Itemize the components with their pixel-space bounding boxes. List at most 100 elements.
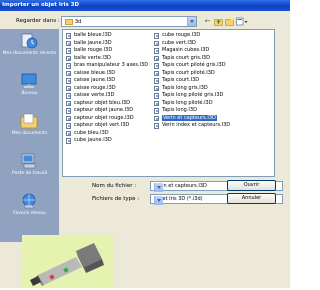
- file-item[interactable]: balle rouge.I3D: [66, 47, 148, 55]
- file-item[interactable]: Tapis court piloté gris.I3D: [154, 62, 230, 70]
- place-network[interactable]: Favoris réseau: [0, 189, 59, 229]
- cylinder-sensor-preview-image: [30, 243, 104, 286]
- file-item-selected[interactable]: Verin et capteurs.I3D: [154, 114, 230, 123]
- file-item[interactable]: Tapis court gris.I3D: [154, 55, 230, 63]
- file-item[interactable]: cube vert.I3D: [154, 40, 230, 48]
- file-item[interactable]: caisse verte.I3D: [66, 92, 148, 100]
- file-name: caisse rouge.I3D: [74, 84, 116, 91]
- i3d-file-icon: [154, 115, 159, 121]
- place-label: Favoris réseau: [13, 211, 46, 216]
- i3d-file-icon: [66, 138, 71, 144]
- i3d-file-icon: [66, 55, 71, 61]
- recent-documents-icon: [20, 33, 38, 49]
- i3d-file-icon: [66, 33, 71, 39]
- place-desktop[interactable]: Bureau: [0, 69, 59, 109]
- folder-up-icon[interactable]: [214, 17, 223, 26]
- file-item[interactable]: Verin index et capteurs.I3D: [154, 122, 230, 130]
- place-label: Mes documents: [11, 131, 48, 136]
- new-folder-icon[interactable]: [225, 17, 234, 26]
- window-title: Importer un objet Iris 3D: [2, 2, 80, 8]
- open-button[interactable]: Ouvrir: [227, 180, 276, 191]
- my-documents-icon: [20, 113, 38, 129]
- file-name: Tapis long.I3D: [162, 107, 197, 113]
- file-name: caisse jaune.I3D: [74, 77, 116, 83]
- file-name: balle bleue.I3D: [74, 32, 112, 38]
- file-item[interactable]: Tapis long piloté.I3D: [154, 100, 230, 108]
- file-name: capteur objet vert.I3D: [74, 122, 130, 128]
- file-name: Verin index et capteurs.I3D: [162, 122, 231, 128]
- file-item[interactable]: balle bleue.I3D: [66, 32, 148, 40]
- i3d-file-icon: [66, 70, 71, 76]
- file-item[interactable]: Tapis long.I3D: [154, 107, 230, 115]
- back-arrow-icon[interactable]: ←: [203, 17, 212, 26]
- look-in-value: 3d: [75, 19, 82, 25]
- look-in-combo[interactable]: 3d: [61, 16, 197, 27]
- place-recent-documents[interactable]: Mes documents récents: [0, 29, 59, 69]
- i3d-file-icon: [66, 85, 71, 91]
- file-name: cube bleu.I3D: [74, 129, 109, 136]
- file-name: cube jaune.I3D: [74, 137, 112, 143]
- file-name: Tapis court piloté.I3D: [162, 69, 215, 76]
- file-item[interactable]: Tapis long piloté gris.I3D: [154, 92, 230, 100]
- i3d-file-icon: [66, 123, 71, 129]
- file-item[interactable]: balle jaune.I3D: [66, 40, 148, 48]
- file-item[interactable]: capteur objet jaune.I3D: [66, 107, 148, 115]
- file-name: caisse verte.I3D: [74, 92, 115, 98]
- file-name: cube rouge.I3D: [162, 32, 201, 38]
- i3d-file-icon: [154, 78, 159, 84]
- file-name: Tapis court gris.I3D: [162, 54, 210, 61]
- chevron-down-icon[interactable]: [154, 183, 163, 192]
- i3d-file-icon: [66, 108, 71, 114]
- file-list[interactable]: balle bleue.I3D balle jaune.I3D balle roug…: [62, 29, 275, 177]
- file-item[interactable]: capteur objet vert.I3D: [66, 122, 148, 130]
- file-name: Magasin cubes.I3D: [162, 47, 210, 53]
- file-item[interactable]: cube jaune.I3D: [66, 137, 148, 145]
- file-name: Tapis court piloté gris.I3D: [162, 62, 226, 68]
- file-name: balle verte.I3D: [74, 54, 111, 61]
- file-name: cube vert.I3D: [162, 39, 196, 46]
- place-my-computer[interactable]: Poste de travail: [0, 149, 59, 189]
- i3d-file-icon: [66, 63, 71, 69]
- file-column-2: cube rouge.I3D cube vert.I3D Magasin cubes…: [154, 32, 230, 130]
- i3d-file-icon: [66, 78, 71, 84]
- open-file-dialog: Importer un objet Iris 3D Regarder dans …: [0, 0, 290, 288]
- i3d-file-icon: [66, 130, 71, 136]
- cancel-button[interactable]: Annuler: [227, 193, 276, 204]
- place-label: Mes documents récents: [2, 51, 57, 56]
- look-in-label: Regarder dans :: [16, 18, 60, 24]
- file-item[interactable]: cube rouge.I3D: [154, 32, 230, 40]
- file-name: capteur objet jaune.I3D: [74, 107, 134, 113]
- file-item[interactable]: Tapis court.I3D: [154, 77, 230, 85]
- views-menu-icon[interactable]: [236, 17, 248, 26]
- file-name: Tapis long gris.I3D: [162, 84, 208, 91]
- file-item[interactable]: bras manipulateur 3 axes.I3D: [66, 62, 148, 70]
- file-item[interactable]: capteur objet rouge.I3D: [66, 115, 148, 123]
- my-computer-icon: [20, 153, 38, 169]
- i3d-file-icon: [154, 70, 159, 76]
- desktop-icon: [20, 73, 38, 89]
- file-item[interactable]: Tapis long gris.I3D: [154, 85, 230, 93]
- file-item[interactable]: cube bleu.I3D: [66, 130, 148, 138]
- chevron-down-icon[interactable]: [154, 196, 163, 205]
- place-my-documents[interactable]: Mes documents: [0, 109, 59, 149]
- i3d-file-icon: [154, 40, 159, 46]
- file-item[interactable]: Tapis court piloté.I3D: [154, 70, 230, 78]
- file-item[interactable]: balle verte.I3D: [66, 55, 148, 63]
- file-name: bras manipulateur 3 axes.I3D: [74, 62, 149, 68]
- i3d-file-icon: [154, 85, 159, 91]
- file-item[interactable]: capteur objet bleu.I3D: [66, 100, 148, 108]
- file-name: Tapis long piloté gris.I3D: [162, 92, 224, 98]
- filetype-label: Fichiers de type :: [92, 196, 140, 202]
- title-bar: Importer un objet Iris 3D: [0, 0, 290, 11]
- file-item[interactable]: Magasin cubes.I3D: [154, 47, 230, 55]
- folder-icon: [65, 19, 73, 25]
- file-item[interactable]: caisse rouge.I3D: [66, 85, 148, 93]
- i3d-file-icon: [154, 33, 159, 39]
- file-name: balle jaune.I3D: [74, 39, 112, 46]
- file-item[interactable]: caisse bleue.I3D: [66, 70, 148, 78]
- file-item[interactable]: caisse jaune.I3D: [66, 77, 148, 85]
- i3d-file-icon: [66, 40, 71, 46]
- places-bar: Mes documents récents Bureau Mes documen…: [0, 29, 59, 242]
- chevron-down-icon[interactable]: [187, 17, 196, 26]
- i3d-file-icon: [154, 55, 159, 61]
